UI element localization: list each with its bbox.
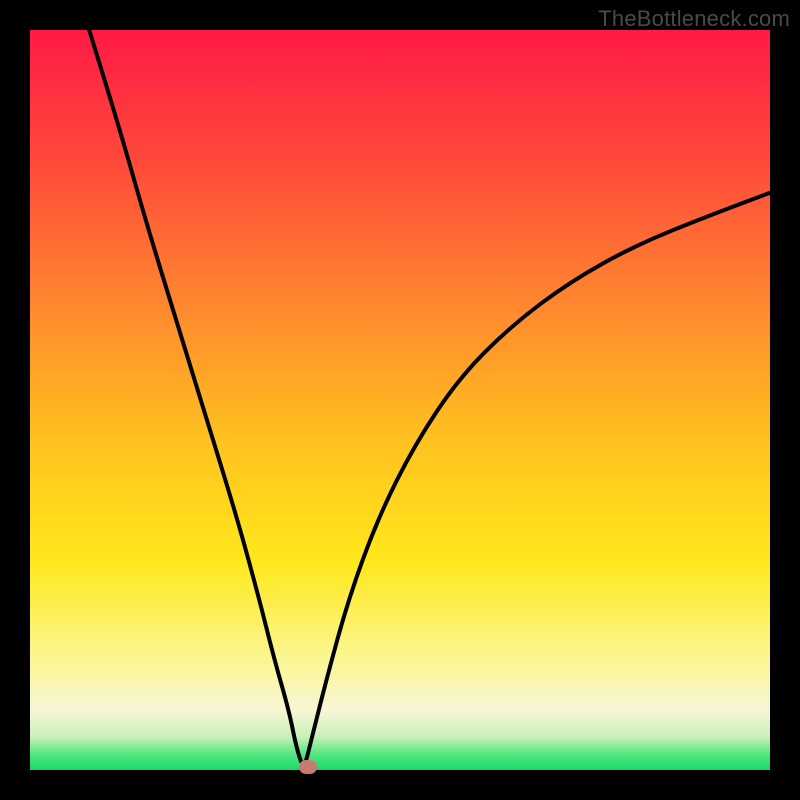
- optimal-point-marker: [299, 760, 317, 774]
- chart-frame: TheBottleneck.com: [0, 0, 800, 800]
- bottleneck-curve: [30, 30, 770, 770]
- plot-area: [30, 30, 770, 770]
- watermark-text: TheBottleneck.com: [598, 6, 790, 32]
